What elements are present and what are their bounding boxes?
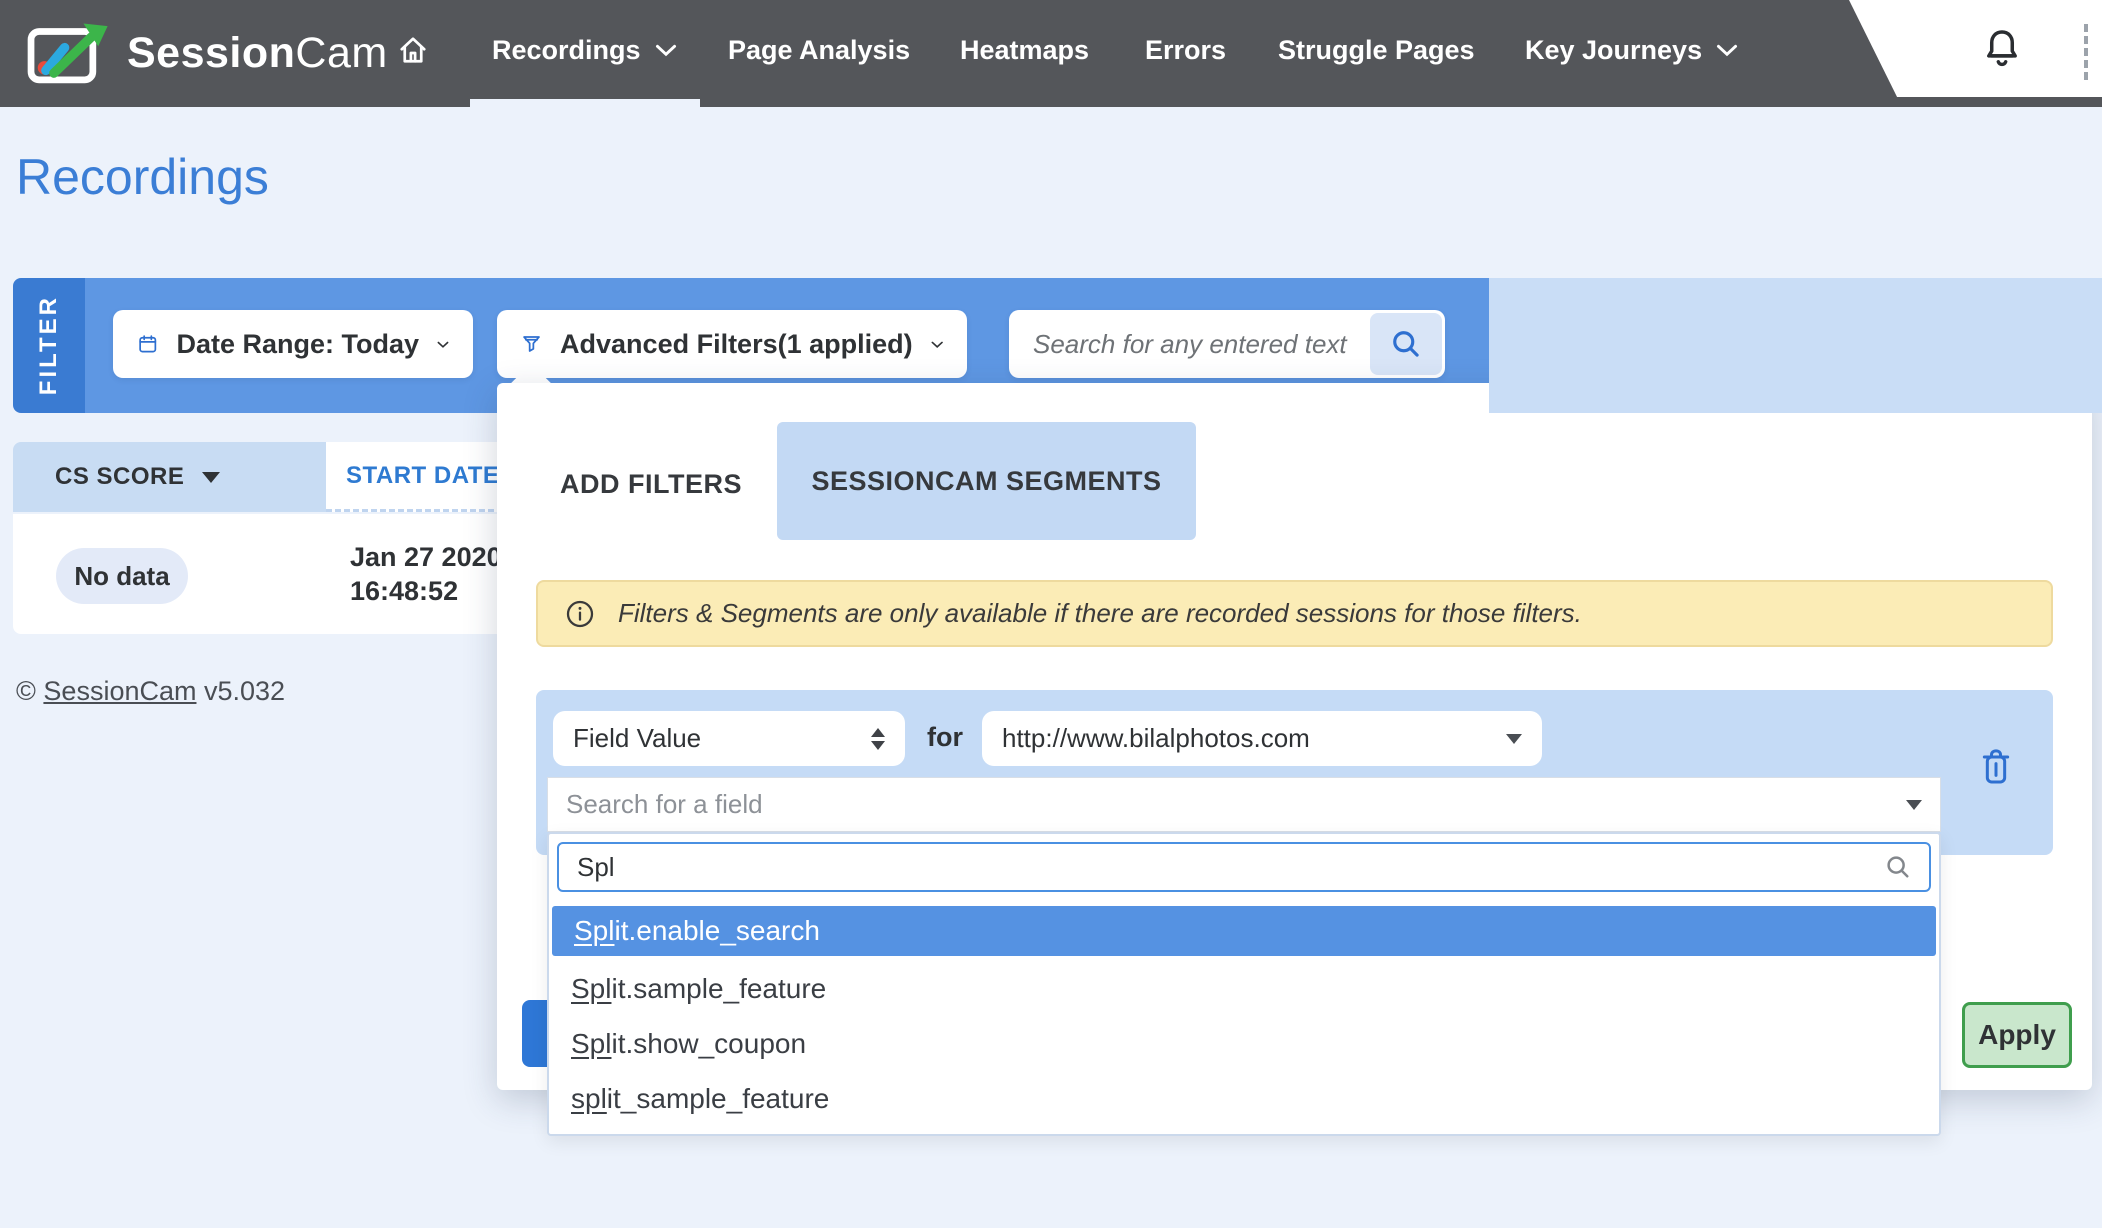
- nav-item-key-journeys[interactable]: Key Journeys: [1525, 0, 1738, 100]
- tab-add-filters[interactable]: ADD FILTERS: [560, 469, 742, 500]
- delete-filter-button[interactable]: [1976, 745, 2016, 794]
- site-select[interactable]: http://www.bilalphotos.com: [982, 711, 1542, 766]
- field-option-split-enable-search[interactable]: Split.enable_search: [552, 906, 1936, 956]
- date-range-label: Date Range: Today: [177, 329, 420, 360]
- top-nav: SessionCam Recordings Page Analysis Heat…: [0, 0, 2102, 107]
- nav-label: Errors: [1145, 35, 1226, 66]
- bell-icon: [1980, 26, 2024, 74]
- field-type-select[interactable]: Field Value: [553, 711, 905, 766]
- nav-label: Page Analysis: [728, 35, 910, 66]
- advanced-filters-label: Advanced Filters(1 applied): [560, 329, 913, 360]
- column-header-cs-score[interactable]: CS SCORE: [13, 442, 326, 512]
- sort-desc-icon: [202, 472, 220, 483]
- advanced-filters-button[interactable]: Advanced Filters(1 applied): [497, 310, 967, 378]
- nav-label: Heatmaps: [960, 35, 1089, 66]
- nav-item-page-analysis[interactable]: Page Analysis: [728, 0, 910, 100]
- nav-label: Key Journeys: [1525, 35, 1702, 66]
- filter-tab[interactable]: FILTER: [13, 278, 85, 413]
- date-range-button[interactable]: Date Range: Today: [113, 310, 473, 378]
- nav-item-errors[interactable]: Errors: [1145, 0, 1226, 100]
- text-search-box: [1009, 310, 1445, 378]
- field-combobox-placeholder: Search for a field: [566, 789, 763, 820]
- funnel-icon: [521, 327, 542, 361]
- start-date-header-label: START DATE: [346, 462, 499, 490]
- copyright-line: © SessionCam v5.032: [16, 676, 285, 707]
- nav-home[interactable]: [395, 0, 431, 100]
- text-search-input[interactable]: [1009, 310, 1361, 378]
- tab-sessioncam-segments[interactable]: SESSIONCAM SEGMENTS: [777, 422, 1196, 540]
- nav-item-heatmaps[interactable]: Heatmaps: [960, 0, 1089, 100]
- trash-icon: [1976, 745, 2016, 789]
- chevron-down-icon: [1716, 43, 1738, 57]
- nav-corner-wedge: [1849, 0, 2102, 97]
- chevron-down-icon: [655, 43, 677, 57]
- field-option-split-sample-feature[interactable]: Split.sample_feature: [549, 961, 1939, 1016]
- calendar-icon: [137, 326, 159, 362]
- cs-score-badge: No data: [56, 548, 188, 604]
- nav-item-recordings[interactable]: Recordings: [492, 0, 677, 100]
- table-row[interactable]: No data Jan 27 2020, 16:48:52: [13, 514, 575, 634]
- notice-text: Filters & Segments are only available if…: [618, 598, 1582, 629]
- nav-item-struggle-pages[interactable]: Struggle Pages: [1278, 0, 1475, 100]
- filter-tab-label: FILTER: [35, 295, 63, 395]
- version-label: v5.032: [204, 676, 285, 706]
- combobox-caret-icon: [1906, 800, 1922, 810]
- info-icon: [564, 598, 596, 630]
- sessioncam-logo-icon: [27, 18, 113, 88]
- field-option-split-sample-feature-2[interactable]: split_sample_feature: [549, 1071, 1939, 1126]
- overflow-menu-icon[interactable]: [2084, 24, 2088, 80]
- search-button[interactable]: [1370, 313, 1442, 375]
- nav-label: Struggle Pages: [1278, 35, 1475, 66]
- field-type-value: Field Value: [573, 723, 701, 754]
- sessioncam-wordmark: SessionCam: [127, 29, 388, 78]
- filter-bar-extension: [1489, 278, 2102, 413]
- field-search-box: [557, 842, 1931, 892]
- start-date-value: Jan 27 2020, 16:48:52: [350, 540, 509, 608]
- for-label: for: [927, 722, 963, 753]
- select-spinner-icon: [871, 728, 885, 750]
- table-header-row: CS SCORE START DATE: [13, 442, 575, 512]
- advanced-filters-panel: ADD FILTERS SESSIONCAM SEGMENTS Filters …: [497, 383, 2092, 1090]
- search-icon: [1388, 326, 1424, 362]
- site-select-value: http://www.bilalphotos.com: [1002, 723, 1310, 754]
- page-title: Recordings: [16, 148, 269, 206]
- active-nav-indicator: [470, 99, 700, 107]
- notice-banner: Filters & Segments are only available if…: [536, 580, 2053, 647]
- app-root: SessionCam Recordings Page Analysis Heat…: [0, 0, 2102, 1228]
- search-icon: [1883, 852, 1913, 882]
- field-option-list: Split.enable_search Split.sample_feature…: [549, 906, 1939, 1126]
- chevron-down-icon: [437, 338, 449, 351]
- nav-label: Recordings: [492, 35, 641, 66]
- field-dropdown: Split.enable_search Split.sample_feature…: [547, 832, 1941, 1136]
- apply-button[interactable]: Apply: [1962, 1002, 2072, 1068]
- tab-sessioncam-segments-label: SESSIONCAM SEGMENTS: [811, 466, 1161, 497]
- sessioncam-footer-link[interactable]: SessionCam: [43, 676, 196, 706]
- field-option-split-show-coupon[interactable]: Split.show_coupon: [549, 1016, 1939, 1071]
- field-search-input[interactable]: [559, 852, 1883, 883]
- select-caret-icon: [1506, 734, 1522, 744]
- cs-score-header-label: CS SCORE: [55, 463, 184, 491]
- sessioncam-logo[interactable]: SessionCam: [27, 14, 388, 92]
- field-combobox[interactable]: Search for a field: [547, 777, 1941, 832]
- notifications-button[interactable]: [1980, 26, 2024, 79]
- home-icon: [395, 32, 431, 68]
- chevron-down-icon: [931, 338, 943, 351]
